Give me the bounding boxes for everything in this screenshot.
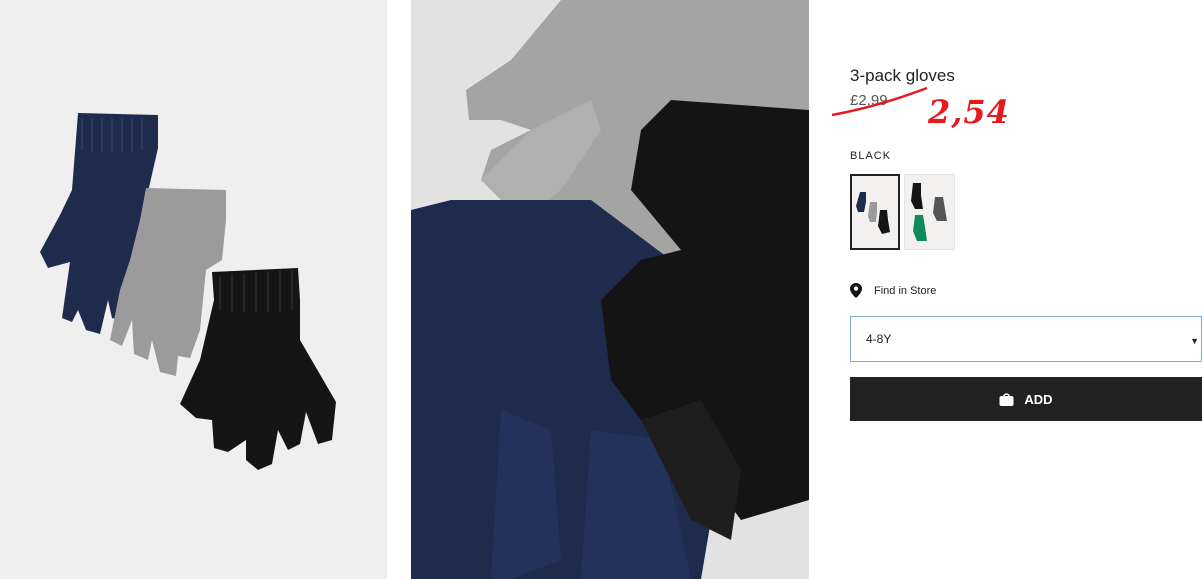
- shopping-bag-icon: [999, 392, 1014, 406]
- swatch-thumbnail: [911, 183, 947, 241]
- find-in-store-label: Find in Store: [874, 284, 937, 297]
- caret-down-icon: ▼: [1190, 336, 1199, 346]
- annotated-price: 2,54: [928, 93, 1010, 131]
- product-image-detail[interactable]: [411, 0, 809, 579]
- size-select[interactable]: 4-8Y ▼: [850, 316, 1202, 362]
- product-info-panel: 3-pack gloves £2.99 2,54 BLACK Find in S…: [831, 0, 1202, 579]
- size-selected-value: 4-8Y: [866, 332, 892, 346]
- gloves-closeup-illustration: [411, 0, 809, 579]
- product-image-main[interactable]: [0, 0, 387, 579]
- selected-color-label: BLACK: [850, 150, 892, 162]
- price-strikethrough-mark: [831, 86, 928, 117]
- gloves-flatlay-illustration: [40, 113, 336, 470]
- swatch-thumbnail: [856, 192, 890, 234]
- swatch-navy-grey-black[interactable]: [850, 174, 900, 250]
- find-in-store-link[interactable]: Find in Store: [850, 283, 936, 298]
- add-button-label: ADD: [1024, 391, 1053, 407]
- map-pin-icon: [850, 283, 862, 298]
- swatch-black-grey-green[interactable]: [904, 174, 955, 250]
- add-to-bag-button[interactable]: ADD: [850, 377, 1202, 421]
